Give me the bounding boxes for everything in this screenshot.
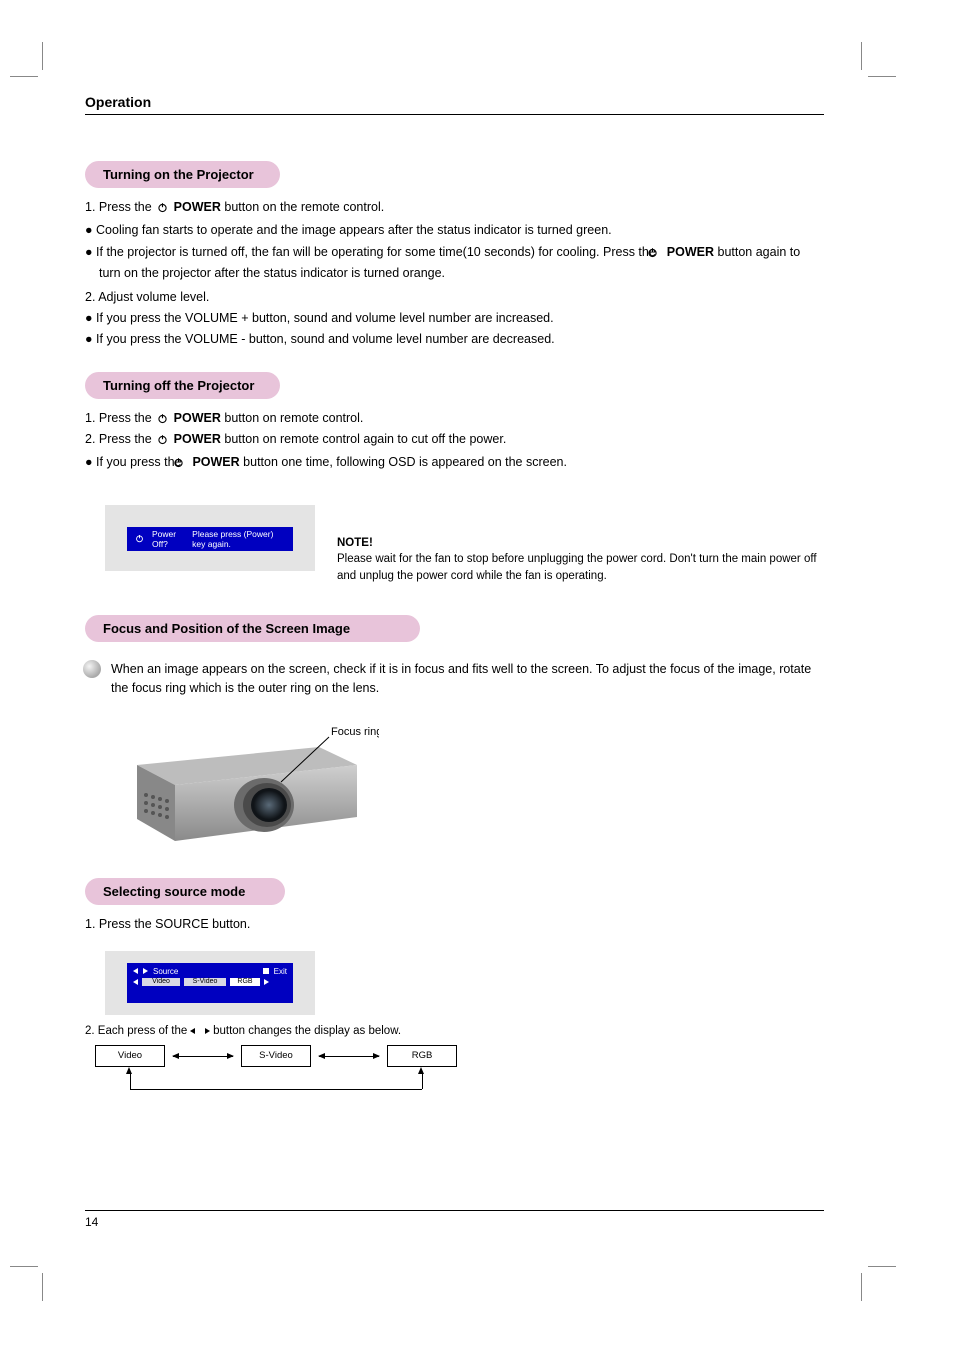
text-bold: POWER (174, 411, 221, 425)
step-text: 1. Press the SOURCE button. (85, 915, 824, 934)
text: button on remote control again to cut of… (224, 432, 506, 446)
cycle-node: Video (95, 1045, 165, 1067)
footer-rule (85, 1210, 824, 1211)
osd-bluebox: Source Exit Video S-Video RGB (127, 963, 293, 1003)
section-heading-turning-off: Turning off the Projector (85, 372, 280, 399)
osd-poweroff-box: Power Off? Please press (Power) key agai… (105, 505, 315, 571)
left-arrow-icon (190, 1028, 195, 1034)
power-icon (157, 411, 168, 430)
text: Cooling fan starts to operate and the im… (96, 223, 612, 237)
up-arrow-icon (126, 1067, 132, 1074)
osd-source-option-selected: RGB (230, 978, 260, 986)
crop-mark (868, 1266, 896, 1267)
focus-block: When an image appears on the screen, che… (85, 660, 824, 698)
page-title: Operation (85, 94, 157, 110)
text: If you press the VOLUME + button, sound … (96, 311, 554, 325)
text: If you press the VOLUME - button, sound … (96, 332, 555, 346)
stop-icon (263, 968, 269, 974)
projector-illustration: Focus ring (119, 707, 824, 862)
osd-poweroff-hint: Please press (Power) key again. (192, 529, 285, 549)
osd-bluebox: Power Off? Please press (Power) key agai… (127, 527, 293, 551)
page-number: 14 (85, 1215, 98, 1229)
section-heading-focus: Focus and Position of the Screen Image (85, 615, 420, 642)
text: button one time, following OSD is appear… (243, 455, 567, 469)
text: 1. Press the (85, 200, 155, 214)
crop-mark (42, 42, 43, 70)
note-title: NOTE! (337, 537, 373, 549)
line (130, 1074, 131, 1089)
crop-mark (868, 76, 896, 77)
crop-mark (861, 1273, 862, 1301)
text: 2. Press the (85, 432, 155, 446)
text: 2. Each press of the (85, 1025, 190, 1037)
text: 1. Press the (85, 411, 155, 425)
up-arrow-icon (418, 1067, 424, 1074)
text: 2. (85, 290, 98, 304)
crop-mark (42, 1273, 43, 1301)
header-rule (85, 114, 824, 115)
text-bold: POWER (174, 200, 221, 214)
text: If you press the (96, 455, 185, 469)
power-icon (135, 534, 144, 543)
page-content: Operation Turning on the Projector 1. Pr… (85, 100, 824, 1211)
bullet: ● If you press the VOLUME + button, soun… (99, 309, 824, 328)
note-block: NOTE! Please wait for the fan to stop be… (337, 535, 817, 585)
right-arrow-icon (264, 979, 269, 985)
step-text: 2. Press the POWER button on remote cont… (85, 430, 824, 451)
cycle-diagram: Video S-Video RGB (95, 1045, 495, 1105)
osd-source-option: S-Video (184, 978, 226, 986)
crop-mark (861, 42, 862, 70)
cycle-arrow-icon (319, 1056, 379, 1057)
osd-source-exit: Exit (274, 967, 287, 976)
power-icon (157, 200, 168, 219)
bullet: ● If you press the VOLUME - button, soun… (99, 330, 824, 349)
line (422, 1074, 423, 1089)
osd-source-label: Source (153, 967, 178, 976)
cycle-caption: 2. Each press of the button changes the … (85, 1025, 824, 1037)
focus-text: When an image appears on the screen, che… (111, 660, 824, 698)
text-bold: POWER (667, 245, 714, 259)
right-arrow-icon (205, 1028, 210, 1034)
left-arrow-icon (133, 979, 138, 985)
step-text: 1. Press the POWER button on the remote … (85, 198, 824, 219)
text: If the projector is turned off, the fan … (96, 245, 659, 259)
text: button on the remote control. (224, 200, 384, 214)
left-arrow-icon (133, 968, 138, 974)
crop-mark (10, 76, 38, 77)
bullet: ● If the projector is turned off, the fa… (99, 243, 824, 284)
step-text: 2. Adjust volume level. (85, 288, 824, 307)
section-heading-turning-on: Turning on the Projector (85, 161, 280, 188)
line (130, 1089, 422, 1090)
cycle-arrow-icon (173, 1056, 233, 1057)
crop-mark (10, 1266, 38, 1267)
power-icon (157, 432, 168, 451)
step-text: 1. Press the POWER button on remote cont… (85, 409, 824, 430)
text: button on remote control. (224, 411, 363, 425)
osd-source-option: Video (142, 978, 180, 986)
step-bullet-icon (83, 660, 101, 678)
bullet: ● Cooling fan starts to operate and the … (99, 221, 824, 240)
text-bold: POWER (174, 432, 221, 446)
right-arrow-icon (143, 968, 148, 974)
text: Adjust volume level. (98, 290, 209, 304)
text: button changes the display as below. (213, 1025, 401, 1037)
cycle-node: RGB (387, 1045, 457, 1067)
bullet: ● If you press the POWER button one time… (99, 453, 824, 474)
arrow-icons (190, 1025, 209, 1037)
osd-source-box: Source Exit Video S-Video RGB (105, 951, 315, 1015)
callout-label: Focus ring (331, 726, 379, 738)
cycle-node: S-Video (241, 1045, 311, 1067)
osd-poweroff-label: Power Off? (152, 529, 184, 549)
section-heading-source: Selecting source mode (85, 878, 285, 905)
text-bold: POWER (192, 455, 239, 469)
note-body: Please wait for the fan to stop before u… (337, 553, 817, 582)
